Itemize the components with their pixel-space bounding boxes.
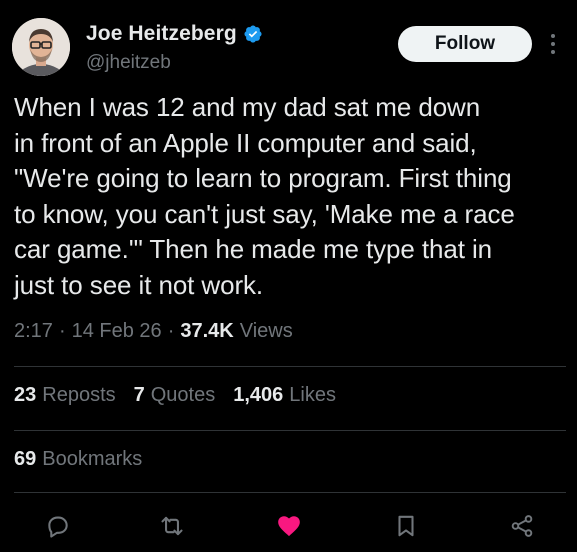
reposts-count: 23 <box>14 384 37 406</box>
author-avatar[interactable] <box>12 18 70 76</box>
repost-button[interactable] <box>158 512 186 540</box>
bookmark-icon <box>398 515 414 537</box>
likes-stat[interactable]: 1,406 Likes <box>233 384 336 407</box>
tweet-text-line: in front of an Apple II computer and sai… <box>14 127 477 158</box>
tweet-detail: Joe Heitzeberg @jheitzeb Follow When I w… <box>0 0 577 552</box>
tweet-meta: 2:17 · 14 Feb 26 · 37.4K Views <box>14 320 293 343</box>
author-handle[interactable]: @jheitzeb <box>86 52 171 74</box>
reply-button[interactable] <box>44 512 72 540</box>
tweet-text: When I was 12 and my dad sat me down in … <box>14 90 562 304</box>
meta-separator: · <box>167 320 175 342</box>
tweet-text-line: car game.'" Then he made me type that in <box>14 234 492 265</box>
tweet-time[interactable]: 2:17 <box>14 320 53 343</box>
reposts-label: Reposts <box>42 384 116 406</box>
share-button[interactable] <box>508 512 536 540</box>
heart-icon <box>278 516 300 537</box>
quotes-label: Quotes <box>150 384 216 406</box>
likes-count: 1,406 <box>233 384 284 406</box>
reposts-stat[interactable]: 23 Reposts <box>14 384 116 407</box>
tweet-text-line: just to see it not work. <box>14 269 264 300</box>
tweet-text-line: to know, you can't just say, 'Make me a … <box>14 198 515 229</box>
likes-label: Likes <box>289 384 336 406</box>
quotes-stat[interactable]: 7 Quotes <box>134 384 216 407</box>
bookmarks-label: Bookmarks <box>42 448 143 470</box>
more-options-icon[interactable] <box>546 30 560 58</box>
meta-separator: · <box>58 320 66 342</box>
bookmarks-count: 69 <box>14 448 37 470</box>
divider <box>14 492 566 493</box>
divider <box>14 430 566 431</box>
views-label: Views <box>239 320 293 342</box>
views-count: 37.4K <box>180 320 234 342</box>
engagement-stats: 23 Reposts 7 Quotes 1,406 Likes <box>14 384 336 407</box>
like-button[interactable] <box>275 512 303 540</box>
share-icon <box>511 515 533 537</box>
author-name[interactable]: Joe Heitzeberg <box>86 22 237 46</box>
bookmark-button[interactable] <box>392 512 420 540</box>
author-name-row: Joe Heitzeberg <box>86 22 263 46</box>
follow-button[interactable]: Follow <box>398 26 532 62</box>
tweet-text-line: "We're going to learn to program. First … <box>14 163 512 194</box>
repost-icon <box>161 516 183 536</box>
avatar-image <box>12 18 70 76</box>
tweet-date[interactable]: 14 Feb 26 <box>72 320 162 343</box>
verified-badge-icon <box>243 24 263 44</box>
quotes-count: 7 <box>133 384 145 406</box>
bookmarks-stat[interactable]: 69 Bookmarks <box>14 448 142 471</box>
divider <box>14 366 566 367</box>
action-bar <box>0 506 577 546</box>
tweet-text-line: When I was 12 and my dad sat me down <box>14 92 481 122</box>
reply-icon <box>48 516 68 538</box>
